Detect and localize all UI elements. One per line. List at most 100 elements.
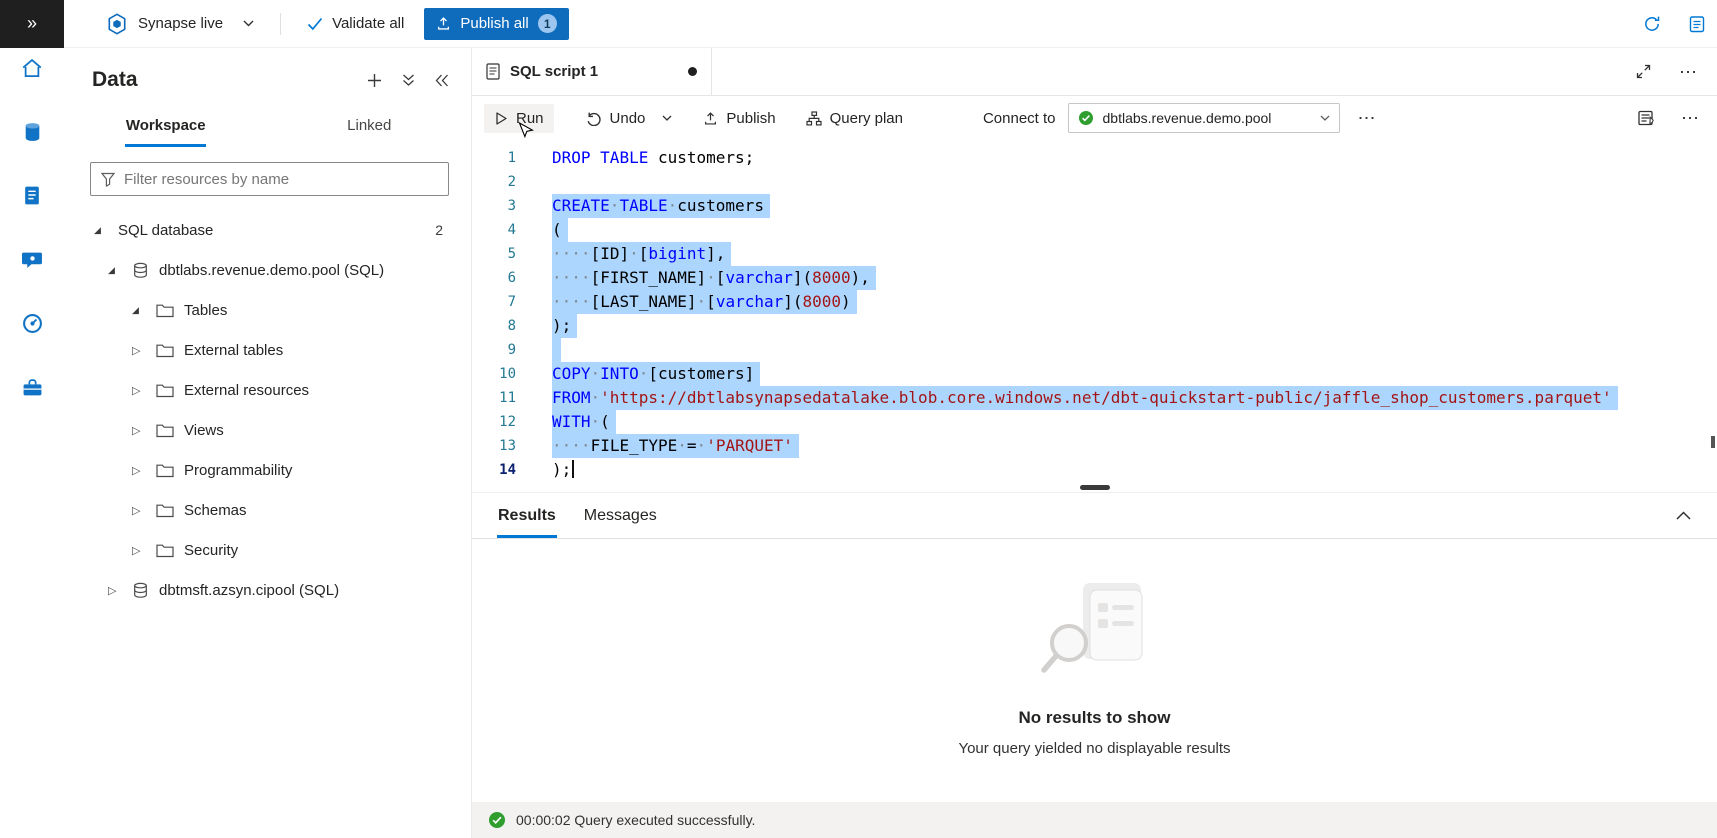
divider bbox=[280, 13, 281, 35]
nav-home-button[interactable] bbox=[12, 50, 52, 90]
expand-all-icon[interactable] bbox=[402, 73, 415, 87]
nav-manage-button[interactable] bbox=[12, 370, 52, 410]
chevron-down-icon bbox=[243, 20, 254, 27]
line-number: 7 bbox=[472, 290, 532, 314]
tree-item-label: Programmability bbox=[184, 462, 292, 479]
undo-button[interactable]: Undo bbox=[576, 104, 656, 133]
refresh-icon[interactable] bbox=[1643, 15, 1661, 33]
code-editor[interactable]: 1234567891011121314 DROP TABLE customers… bbox=[472, 140, 1717, 492]
expand-node-icon[interactable]: ▷ bbox=[132, 464, 156, 477]
synapse-logo-icon bbox=[106, 13, 128, 35]
expand-node-icon[interactable]: ▷ bbox=[132, 424, 156, 437]
run-label: Run bbox=[516, 110, 544, 127]
code-lines[interactable]: DROP TABLE customers;CREATE·TABLE·custom… bbox=[532, 140, 1717, 492]
tree-item[interactable]: ◢ Tables bbox=[64, 290, 471, 330]
tree-item[interactable]: ▷ Security bbox=[64, 530, 471, 570]
validate-all-button[interactable]: Validate all bbox=[307, 15, 404, 32]
publish-button[interactable]: Publish bbox=[693, 104, 785, 133]
line-number: 6 bbox=[472, 266, 532, 290]
tab-results[interactable]: Results bbox=[484, 493, 570, 538]
add-resource-icon[interactable] bbox=[367, 73, 382, 88]
nav-develop-button[interactable] bbox=[12, 178, 52, 218]
undo-label: Undo bbox=[610, 110, 646, 127]
maximize-icon[interactable] bbox=[1636, 64, 1651, 79]
collapse-results-icon[interactable] bbox=[1676, 511, 1717, 520]
query-plan-button[interactable]: Query plan bbox=[796, 104, 913, 133]
overview-ruler-cursor-mark bbox=[1711, 436, 1715, 448]
folder-icon bbox=[156, 543, 174, 558]
tree-item-label: Views bbox=[184, 422, 224, 439]
tree-item[interactable]: ◢ dbtlabs.revenue.demo.pool (SQL) bbox=[64, 250, 471, 290]
properties-icon[interactable] bbox=[1638, 110, 1655, 126]
editor-more-actions-icon[interactable]: ⋯ bbox=[1681, 109, 1699, 127]
nav-monitor-button[interactable] bbox=[12, 306, 52, 346]
tab-sql-script-1[interactable]: SQL script 1 bbox=[472, 48, 712, 95]
expand-node-icon[interactable]: ▷ bbox=[108, 584, 132, 597]
nav-data-button[interactable] bbox=[12, 114, 52, 154]
tree-item[interactable]: ▷ External resources bbox=[64, 370, 471, 410]
expand-node-icon[interactable]: ▷ bbox=[132, 384, 156, 397]
resource-list-icon[interactable] bbox=[1689, 15, 1705, 33]
panel-resize-handle[interactable] bbox=[1080, 485, 1110, 490]
expand-node-icon[interactable]: ▷ bbox=[132, 504, 156, 517]
publish-all-button[interactable]: Publish all 1 bbox=[424, 8, 568, 40]
monitor-icon bbox=[22, 313, 43, 339]
filter-box bbox=[90, 162, 449, 196]
connected-check-icon bbox=[1078, 110, 1094, 126]
results-panel: Results Messages bbox=[472, 492, 1717, 802]
expand-nav-button[interactable]: » bbox=[0, 0, 64, 48]
success-check-icon bbox=[488, 811, 506, 829]
tree-item[interactable]: ▷ Views bbox=[64, 410, 471, 450]
tree-item[interactable]: ▷ Schemas bbox=[64, 490, 471, 530]
query-toolbar: Run Undo Publish Quer bbox=[472, 96, 1717, 140]
code-line: ); bbox=[552, 314, 1717, 338]
expand-node-icon[interactable]: ▷ bbox=[132, 344, 156, 357]
results-tab-bar: Results Messages bbox=[472, 493, 1717, 539]
collapse-node-icon[interactable]: ◢ bbox=[108, 265, 132, 276]
collapse-pane-icon[interactable] bbox=[435, 74, 449, 87]
integrate-icon bbox=[22, 250, 43, 275]
tree-item-label: External tables bbox=[184, 342, 283, 359]
tree-item[interactable]: ▷ External tables bbox=[64, 330, 471, 370]
pane-title: Data bbox=[92, 68, 138, 92]
run-button[interactable]: Run bbox=[484, 104, 554, 133]
collapse-node-icon[interactable]: ◢ bbox=[94, 225, 118, 236]
tab-linked[interactable]: Linked bbox=[268, 106, 472, 147]
connect-to-dropdown[interactable]: dbtlabs.revenue.demo.pool bbox=[1068, 103, 1340, 133]
line-number: 14 bbox=[472, 458, 532, 482]
tab-workspace[interactable]: Workspace bbox=[64, 106, 268, 147]
code-line bbox=[552, 170, 1717, 194]
tree-item[interactable]: ▷ dbtmsft.azsyn.cipool (SQL) bbox=[64, 570, 471, 610]
dropdown-chevron-icon bbox=[1320, 115, 1330, 122]
nav-integrate-button[interactable] bbox=[12, 242, 52, 282]
run-play-icon bbox=[494, 111, 508, 126]
code-line: ( bbox=[552, 218, 1717, 242]
publish-all-label: Publish all bbox=[460, 15, 528, 32]
line-number: 8 bbox=[472, 314, 532, 338]
document-tab-strip: SQL script 1 ⋯ bbox=[472, 48, 1717, 96]
expand-node-icon[interactable]: ▷ bbox=[132, 544, 156, 557]
empty-results-subtitle: Your query yielded no displayable result… bbox=[958, 740, 1230, 757]
synapse-studio-window: » Synapse live Validate all bbox=[0, 0, 1717, 838]
toolbar-overflow-icon[interactable]: ⋯ bbox=[1358, 109, 1376, 127]
top-bar: » Synapse live Validate all bbox=[0, 0, 1717, 48]
connect-to-label: Connect to bbox=[983, 110, 1056, 127]
empty-results-title: No results to show bbox=[1018, 708, 1170, 728]
folder-icon bbox=[156, 343, 174, 358]
git-mode-selector[interactable]: Synapse live bbox=[106, 13, 254, 35]
item-count-badge: 2 bbox=[435, 222, 443, 238]
data-icon bbox=[22, 121, 43, 148]
left-nav-rail bbox=[0, 48, 64, 838]
undo-dropdown-chevron-icon[interactable] bbox=[655, 109, 679, 128]
code-line: FROM·'https://dbtlabsynapsedatalake.blob… bbox=[552, 386, 1717, 410]
more-actions-icon[interactable]: ⋯ bbox=[1679, 63, 1697, 81]
pending-changes-badge: 1 bbox=[538, 14, 557, 33]
filter-resources-input[interactable] bbox=[124, 171, 438, 188]
tree-item[interactable]: ▷ Programmability bbox=[64, 450, 471, 490]
tab-messages[interactable]: Messages bbox=[570, 493, 671, 538]
tree-item[interactable]: ◢SQL database2 bbox=[64, 210, 471, 250]
collapse-node-icon[interactable]: ◢ bbox=[132, 305, 156, 316]
undo-icon bbox=[586, 111, 602, 126]
code-line: COPY·INTO·[customers] bbox=[552, 362, 1717, 386]
tree-item-label: Schemas bbox=[184, 502, 247, 519]
